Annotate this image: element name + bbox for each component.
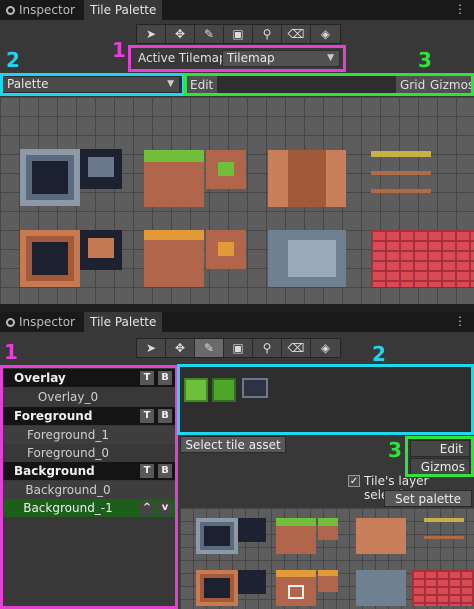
stone-bricks-tile[interactable] (80, 149, 122, 189)
grass-dirt-small-tile[interactable] (206, 150, 246, 189)
grass-dirt-tile[interactable] (276, 518, 316, 554)
rail-top-tile[interactable] (424, 518, 464, 522)
wood-frame-tile[interactable] (196, 570, 238, 606)
rail-top-tile[interactable] (371, 151, 431, 157)
annotation-2: 2 (372, 342, 386, 366)
rail-bottom-tile[interactable] (371, 189, 431, 193)
select-tile-asset-button[interactable]: Select tile asset (180, 436, 286, 453)
tab-bar: Inspector Tile Palette ⋮ (0, 0, 474, 20)
move-tool-icon[interactable]: ✥ (166, 25, 195, 43)
eraser-tool-icon[interactable]: ⌫ (282, 339, 311, 357)
move-tool-icon[interactable]: ✥ (166, 339, 195, 357)
sand-dirt-tile[interactable] (276, 570, 316, 606)
info-icon (6, 6, 15, 15)
annotation-1: 1 (4, 340, 18, 364)
tab-tile-palette[interactable]: Tile Palette (84, 0, 163, 20)
tool-bar: ➤ ✥ ✎ ▣ ⚲ ⌫ ◈ (136, 24, 341, 44)
select-tool-icon[interactable]: ➤ (137, 25, 166, 43)
tile-palette-window-top: Inspector Tile Palette ⋮ ➤ ✥ ✎ ▣ ⚲ ⌫ ◈ 1… (0, 0, 474, 304)
brush-tool-icon[interactable]: ✎ (195, 25, 224, 43)
rail-bottom-tile[interactable] (424, 536, 464, 539)
chevron-down-icon: ▼ (327, 53, 334, 63)
layer-list-highlight (0, 365, 178, 609)
eraser-tool-icon[interactable]: ⌫ (282, 25, 311, 43)
picker-tool-icon[interactable]: ⚲ (253, 339, 282, 357)
select-tool-icon[interactable]: ➤ (137, 339, 166, 357)
grass-dirt-tile[interactable] (144, 150, 204, 207)
tab-inspector[interactable]: Inspector (0, 312, 81, 332)
box-fill-tool-icon[interactable]: ▣ (224, 25, 253, 43)
tile-palette-window-bottom: Inspector Tile Palette ⋮ ➤ ✥ ✎ ▣ ⚲ ⌫ ◈ 1… (0, 312, 474, 609)
box-fill-tool-icon[interactable]: ▣ (224, 339, 253, 357)
palette-grid[interactable] (180, 508, 474, 609)
stone-frame-tile[interactable] (20, 149, 80, 206)
tab-tile-palette[interactable]: Tile Palette (84, 312, 163, 332)
set-palette-icon-button[interactable]: Set palette icon (384, 490, 472, 523)
brush-tool-icon[interactable]: ✎ (195, 339, 224, 357)
tool-bar: ➤ ✥ ✎ ▣ ⚲ ⌫ ◈ (136, 338, 341, 358)
kebab-menu-icon[interactable]: ⋮ (454, 314, 466, 328)
red-brick-tile[interactable] (412, 570, 474, 606)
fill-tool-icon[interactable]: ◈ (311, 25, 340, 43)
info-icon (6, 318, 15, 327)
tab-bar: Inspector Tile Palette ⋮ (0, 312, 474, 332)
roof-tile[interactable] (356, 518, 406, 554)
picker-tool-icon[interactable]: ⚲ (253, 25, 282, 43)
annotation-2: 2 (6, 48, 20, 72)
sand-dirt-small-tile[interactable] (206, 230, 246, 269)
grass-dirt-small-tile[interactable] (318, 518, 338, 540)
annotation-3: 3 (418, 48, 432, 72)
sand-dirt-small-tile[interactable] (318, 570, 338, 592)
stone-frame-tile[interactable] (196, 518, 238, 554)
metal-plate-tile[interactable] (268, 230, 346, 287)
annotation-1: 1 (112, 38, 126, 62)
wood-frame-tile[interactable] (20, 230, 80, 287)
palette-highlight (0, 73, 185, 96)
wood-bricks-tile[interactable] (80, 230, 122, 270)
roof-tile[interactable] (268, 150, 346, 207)
active-tilemap-label: Active Tilemap (138, 51, 227, 65)
rail-mid-tile[interactable] (371, 171, 431, 175)
sand-dirt-tile[interactable] (144, 230, 204, 287)
edit-grid-gizmos-highlight (184, 73, 474, 96)
metal-plate-tile[interactable] (356, 570, 406, 606)
red-brick-tile[interactable] (371, 230, 474, 287)
edit-gizmos-highlight (405, 436, 474, 477)
active-tilemap-dropdown[interactable]: Tilemap ▼ (222, 50, 340, 67)
fill-tool-icon[interactable]: ◈ (311, 339, 340, 357)
palette-grid[interactable] (0, 97, 474, 304)
tiles-layer-selection-checkbox[interactable]: ✓ (348, 475, 360, 487)
tile-asset-highlight (177, 364, 474, 435)
wood-bricks-tile[interactable] (238, 570, 266, 594)
stone-bricks-tile[interactable] (238, 518, 266, 542)
kebab-menu-icon[interactable]: ⋮ (454, 2, 466, 16)
tab-inspector[interactable]: Inspector (0, 0, 81, 20)
annotation-3: 3 (388, 438, 402, 462)
